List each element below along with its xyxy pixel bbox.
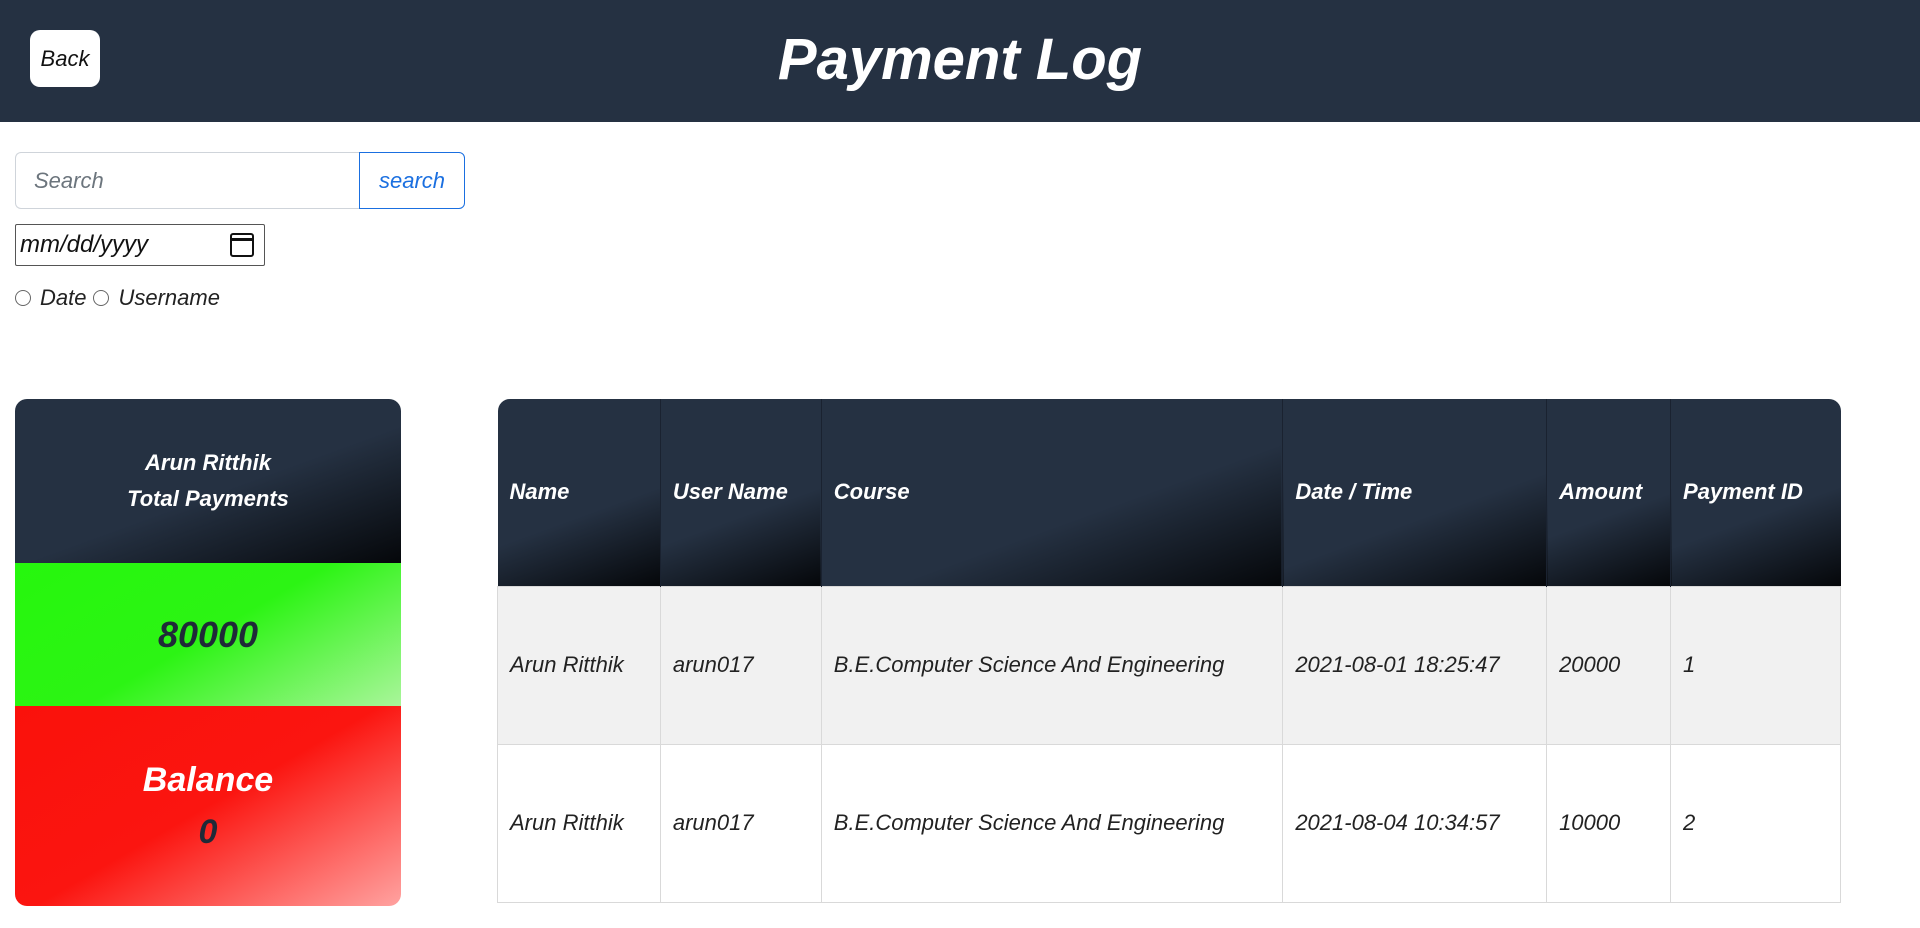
- cell-datetime: 2021-08-04 10:34:57: [1282, 743, 1548, 903]
- page-title: Payment Log: [777, 27, 1143, 92]
- username-radio-label: Username: [118, 285, 220, 310]
- date-radio[interactable]: [15, 290, 31, 306]
- balance-value: 0: [198, 813, 218, 851]
- username-radio[interactable]: [93, 290, 110, 306]
- cell-name: Arun Ritthik: [497, 743, 661, 903]
- column-header-amount: Amount: [1546, 399, 1672, 586]
- balance-label: Balance: [142, 761, 274, 799]
- balance-panel: Balance 0: [15, 706, 401, 906]
- cell-amount: 20000: [1546, 585, 1672, 745]
- column-header-name: Name: [497, 399, 661, 586]
- cell-username: arun017: [659, 743, 822, 903]
- cell-username: arun017: [659, 585, 822, 745]
- date-radio-label: Date: [40, 285, 87, 310]
- top-bar: Back Payment Log: [0, 0, 1920, 122]
- calendar-icon[interactable]: [230, 233, 254, 257]
- table-row: Arun Ritthik arun017 B.E.Computer Scienc…: [497, 743, 1841, 903]
- filter-options: Date Username: [15, 285, 227, 311]
- summary-subtitle: Total Payments: [127, 486, 289, 511]
- cell-datetime: 2021-08-01 18:25:47: [1282, 585, 1548, 745]
- cell-name: Arun Ritthik: [497, 585, 661, 745]
- cell-amount: 10000: [1546, 743, 1672, 903]
- column-header-datetime: Date / Time: [1282, 399, 1548, 586]
- total-paid-panel: 80000: [15, 563, 401, 706]
- date-placeholder: mm/dd/yyyy: [20, 231, 149, 258]
- search-input[interactable]: [15, 152, 359, 209]
- search-bar: search: [15, 152, 465, 209]
- column-header-username: User Name: [660, 399, 822, 586]
- column-header-course: Course: [821, 399, 1284, 586]
- cell-course: B.E.Computer Science And Engineering: [820, 743, 1284, 903]
- table-row: Arun Ritthik arun017 B.E.Computer Scienc…: [497, 585, 1841, 745]
- payment-summary-card: Arun Ritthik Total Payments 80000 Balanc…: [15, 399, 401, 906]
- summary-header: Arun Ritthik Total Payments: [15, 399, 401, 563]
- payments-table: Name User Name Course Date / Time Amount…: [497, 399, 1841, 903]
- search-button[interactable]: search: [359, 152, 465, 209]
- column-header-payment-id: Payment ID: [1670, 399, 1841, 586]
- cell-payment-id: 2: [1670, 743, 1841, 903]
- cell-payment-id: 1: [1670, 585, 1841, 745]
- table-header-row: Name User Name Course Date / Time Amount…: [497, 399, 1841, 586]
- cell-course: B.E.Computer Science And Engineering: [820, 585, 1284, 745]
- total-paid-value: 80000: [157, 613, 259, 655]
- summary-user-name: Arun Ritthik: [145, 450, 271, 475]
- date-input[interactable]: mm/dd/yyyy: [15, 224, 265, 266]
